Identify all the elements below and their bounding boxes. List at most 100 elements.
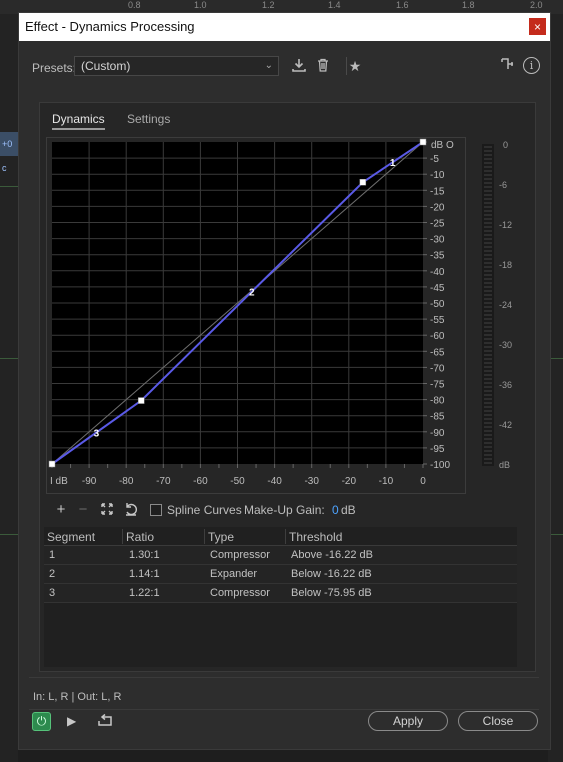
x-tick-label: -70 bbox=[156, 476, 171, 487]
tab-settings[interactable]: Settings bbox=[127, 112, 170, 126]
table-row[interactable]: 2 1.14:1 Expander Below -16.22 dB bbox=[44, 565, 517, 584]
meter-segment bbox=[484, 182, 492, 184]
presets-label: Presets: bbox=[32, 61, 77, 75]
dialog-title: Effect - Dynamics Processing bbox=[25, 19, 195, 34]
dynamics-graph-svg[interactable]: 1 2 3 dB O -5 -10 -15 -20 -25 -30 -35 -40 -45 -50 -55 -… bbox=[47, 138, 467, 495]
meter-segment bbox=[484, 166, 492, 168]
meter-scale-label: -30 bbox=[499, 340, 513, 350]
x-tick-label: 0 bbox=[420, 476, 426, 487]
y-tick-label: -25 bbox=[430, 219, 445, 230]
cell-threshold: Above -16.22 dB bbox=[291, 549, 373, 561]
y-tick-label: -20 bbox=[430, 202, 445, 213]
tab-dynamics[interactable]: Dynamics bbox=[52, 112, 105, 130]
reset-icon[interactable] bbox=[122, 501, 140, 519]
curve-control-point[interactable] bbox=[137, 397, 145, 404]
meter-segment bbox=[484, 266, 492, 268]
column-header-segment[interactable]: Segment bbox=[47, 530, 95, 544]
favorite-star-icon[interactable]: ★ bbox=[346, 57, 364, 75]
meter-segment bbox=[484, 282, 492, 284]
curve-control-point[interactable] bbox=[48, 460, 56, 468]
remove-point-button[interactable]: − bbox=[74, 501, 92, 519]
meter-segment bbox=[484, 234, 492, 236]
dynamics-graph[interactable]: 1 2 3 dB O -5 -10 -15 -20 -25 -30 -35 -40 -45 -50 -55 -… bbox=[46, 137, 466, 494]
apply-button[interactable]: Apply bbox=[368, 711, 448, 731]
host-left-panel: +0 c bbox=[0, 14, 18, 762]
meter-segment bbox=[484, 394, 492, 396]
spline-curves-checkbox[interactable] bbox=[150, 504, 162, 516]
meter-segment bbox=[484, 378, 492, 380]
host-divider bbox=[0, 186, 18, 187]
y-tick-label: -10 bbox=[430, 170, 445, 181]
cell-type: Expander bbox=[210, 568, 258, 580]
trash-icon[interactable] bbox=[314, 57, 332, 75]
loop-toggle-button[interactable] bbox=[97, 712, 115, 730]
meter-segment bbox=[484, 414, 492, 416]
curve-control-point[interactable] bbox=[419, 138, 427, 146]
meter-scale-label: dB bbox=[499, 460, 511, 470]
meter-segment bbox=[484, 390, 492, 392]
meter-segment bbox=[484, 210, 492, 212]
column-divider bbox=[204, 529, 205, 544]
table-row[interactable]: 1 1.30:1 Compressor Above -16.22 dB bbox=[44, 546, 517, 565]
y-tick-label: -60 bbox=[430, 331, 445, 342]
meter-segment bbox=[484, 290, 492, 292]
curve-control-point[interactable] bbox=[359, 179, 367, 186]
meter-segment bbox=[484, 162, 492, 164]
meter-segment bbox=[484, 254, 492, 256]
meter-segment bbox=[484, 454, 492, 456]
meter-segment bbox=[484, 242, 492, 244]
meter-segment bbox=[484, 322, 492, 324]
presets-dropdown[interactable]: (Custom) ⌄ bbox=[74, 56, 279, 76]
meter-segment bbox=[484, 330, 492, 332]
ruler-tick: 1.6 bbox=[396, 0, 409, 10]
table-row[interactable]: 3 1.22:1 Compressor Below -75.95 dB bbox=[44, 584, 517, 603]
meter-segment bbox=[484, 274, 492, 276]
x-tick-label: -20 bbox=[342, 476, 357, 487]
column-header-type[interactable]: Type bbox=[208, 530, 234, 544]
info-icon[interactable]: i bbox=[523, 57, 540, 74]
close-button[interactable]: Close bbox=[458, 711, 538, 731]
cell-threshold: Below -16.22 dB bbox=[291, 568, 372, 580]
meter-segment bbox=[484, 374, 492, 376]
meter-segment bbox=[484, 190, 492, 192]
preset-value: (Custom) bbox=[81, 59, 131, 73]
download-preset-icon[interactable] bbox=[290, 57, 308, 75]
meter-segment bbox=[484, 386, 492, 388]
column-header-threshold[interactable]: Threshold bbox=[289, 530, 342, 544]
meter-segment bbox=[484, 338, 492, 340]
cell-segment: 3 bbox=[49, 587, 56, 599]
meter-segment bbox=[484, 230, 492, 232]
meter-segment bbox=[484, 410, 492, 412]
host-divider bbox=[0, 534, 18, 535]
y-tick-label: -85 bbox=[430, 412, 445, 423]
chevron-down-icon: ⌄ bbox=[264, 60, 273, 71]
cell-type: Compressor bbox=[210, 549, 270, 561]
close-window-button[interactable]: × bbox=[528, 17, 547, 36]
makeup-gain-value[interactable]: 0 bbox=[332, 503, 339, 517]
add-point-button[interactable]: + bbox=[52, 501, 70, 519]
power-toggle-button[interactable]: ⏻ bbox=[32, 712, 51, 731]
meter-segment bbox=[484, 170, 492, 172]
column-header-ratio[interactable]: Ratio bbox=[126, 530, 154, 544]
meter-segment bbox=[484, 422, 492, 424]
cell-segment: 1 bbox=[49, 549, 56, 561]
meter-scale-label: -12 bbox=[499, 220, 513, 230]
meter-segment bbox=[484, 362, 492, 364]
meter-segment bbox=[484, 286, 492, 288]
meter-segment bbox=[484, 158, 492, 160]
meter-segment bbox=[484, 206, 492, 208]
meter-segment bbox=[484, 326, 492, 328]
invert-icon[interactable] bbox=[98, 501, 116, 519]
play-preview-button[interactable]: ▶ bbox=[67, 713, 81, 729]
y-tick-label: -70 bbox=[430, 363, 445, 374]
meter-segment bbox=[484, 214, 492, 216]
y-tick-label: -15 bbox=[430, 186, 445, 197]
routing-icon[interactable] bbox=[499, 57, 517, 75]
meter-segment bbox=[484, 294, 492, 296]
meter-segment bbox=[484, 186, 492, 188]
meter-segment bbox=[484, 462, 492, 464]
x-tick-label: -30 bbox=[304, 476, 319, 487]
meter-scale-label: -18 bbox=[499, 260, 513, 270]
meter-segment bbox=[484, 194, 492, 196]
title-bar[interactable]: Effect - Dynamics Processing × bbox=[19, 13, 550, 41]
